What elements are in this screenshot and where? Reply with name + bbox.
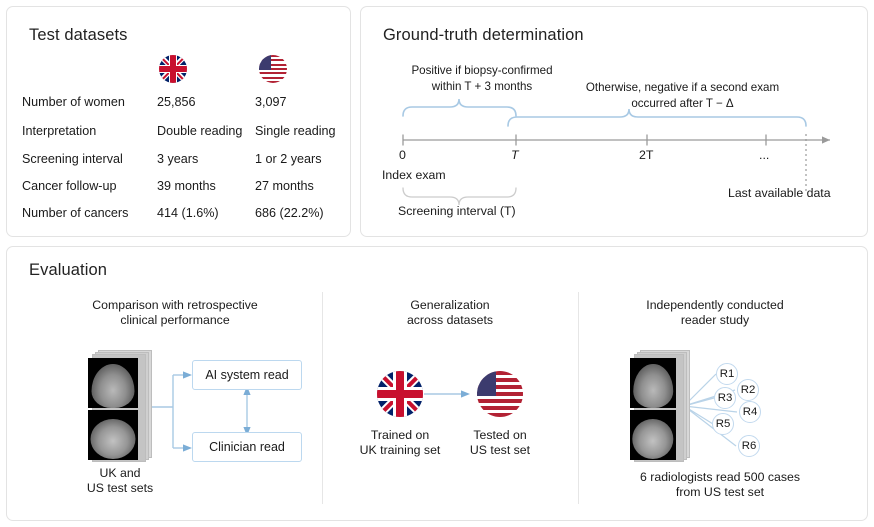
mammogram-image	[88, 358, 138, 408]
axis-tick-label-ellipsis: ...	[759, 148, 769, 162]
row-value-uk-1: Double reading	[157, 124, 242, 138]
generalization-heading-line2: across datasets	[355, 313, 545, 328]
tested-on-caption-line1: Tested on	[440, 428, 560, 443]
mammogram-stack-reader-study	[630, 354, 690, 460]
row-label-4: Number of cancers	[22, 206, 128, 220]
evaluation-divider-2	[578, 292, 579, 504]
test-datasets-panel: Test datasets	[6, 6, 351, 237]
uk-flag-icon	[159, 55, 187, 83]
reader-study-caption-line1: 6 radiologists read 500 cases	[620, 470, 820, 485]
uk-us-caption-line2: US test sets	[60, 481, 180, 496]
reader-circle-r2: R2	[737, 379, 759, 401]
us-flag-icon	[259, 55, 287, 83]
row-value-us-3: 27 months	[255, 179, 314, 193]
positive-note-line1: Positive if biopsy-confirmed	[392, 64, 572, 77]
uk-flag-icon-generalization	[377, 371, 423, 417]
ai-system-read-box[interactable]: AI system read	[192, 360, 302, 390]
row-value-uk-4: 414 (1.6%)	[157, 206, 219, 220]
generalization-heading-line1: Generalization	[355, 298, 545, 313]
timeline-graphic	[360, 6, 868, 237]
mammogram-image	[630, 410, 676, 460]
row-label-2: Screening interval	[22, 152, 123, 166]
row-value-uk-2: 3 years	[157, 152, 198, 166]
row-value-us-4: 686 (22.2%)	[255, 206, 324, 220]
reader-circle-r6: R6	[738, 435, 760, 457]
retrospective-heading-line1: Comparison with retrospective	[80, 298, 270, 313]
axis-tick-label-2T: 2T	[639, 148, 653, 162]
reader-circle-r1: R1	[716, 363, 738, 385]
evaluation-title: Evaluation	[29, 261, 107, 280]
mammogram-image	[630, 358, 676, 408]
mammogram-stack-uk-us	[88, 354, 152, 460]
reader-circle-r5: R5	[712, 413, 734, 435]
axis-tick-label-T: T	[511, 148, 519, 162]
last-available-data-label: Last available data	[728, 186, 831, 200]
reader-study-heading-line2: reader study	[620, 313, 810, 328]
reader-study-caption-line2: from US test set	[620, 485, 820, 500]
tested-on-caption-line2: US test set	[440, 443, 560, 458]
row-label-1: Interpretation	[22, 124, 96, 138]
reader-study-heading-line1: Independently conducted	[620, 298, 810, 313]
negative-note-line1: Otherwise, negative if a second exam	[545, 81, 820, 94]
row-label-0: Number of women	[22, 95, 125, 109]
positive-brace	[403, 99, 516, 116]
ground-truth-timeline: Positive if biopsy-confirmed within T + …	[360, 6, 868, 237]
axis-tick-label-0: 0	[399, 148, 406, 162]
row-value-uk-3: 39 months	[157, 179, 216, 193]
test-datasets-title: Test datasets	[29, 26, 128, 45]
negative-brace	[508, 109, 806, 126]
clinician-read-box[interactable]: Clinician read	[192, 432, 302, 462]
row-value-us-0: 3,097	[255, 95, 287, 109]
uk-us-caption-line1: UK and	[60, 466, 180, 481]
negative-note-line2: occurred after T − Δ	[545, 97, 820, 110]
reader-circle-r4: R4	[739, 401, 761, 423]
row-value-us-1: Single reading	[255, 124, 336, 138]
screening-interval-label: Screening interval (T)	[398, 204, 516, 218]
reader-circle-r3: R3	[714, 387, 736, 409]
index-exam-label: Index exam	[382, 168, 446, 182]
screening-interval-brace	[403, 188, 516, 205]
row-label-3: Cancer follow-up	[22, 179, 117, 193]
mammogram-image	[88, 410, 138, 460]
row-value-us-2: 1 or 2 years	[255, 152, 322, 166]
evaluation-divider-1	[322, 292, 323, 504]
retrospective-heading-line2: clinical performance	[80, 313, 270, 328]
us-flag-icon-generalization	[477, 371, 523, 417]
timeline-arrowhead	[822, 136, 830, 143]
row-value-uk-0: 25,856	[157, 95, 196, 109]
